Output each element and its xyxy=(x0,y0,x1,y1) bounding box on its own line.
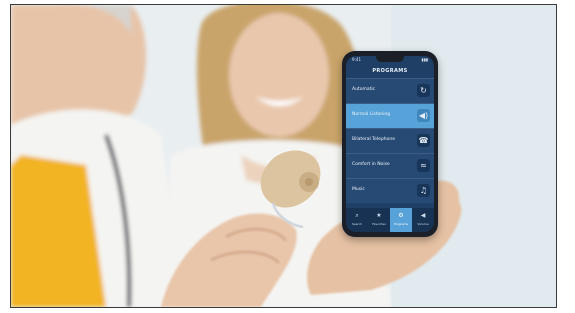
photo-scene xyxy=(11,5,556,307)
search-icon: ⌕ xyxy=(355,212,359,219)
program-item-bilateral-telephone[interactable]: Bilateral Telephone ☎ xyxy=(346,128,434,153)
program-item-normal-listening[interactable]: Normal Listening ◀) xyxy=(346,103,434,128)
program-item-music[interactable]: Music ♫ xyxy=(346,178,434,203)
tab-bar: ⌕ Search ★ Favorites ⚙ Programs ◀ Volume xyxy=(346,208,434,232)
program-item-comfort-in-noise[interactable]: Comfort in Noise ≈ xyxy=(346,153,434,178)
program-label: Music xyxy=(352,187,365,192)
phone-notch xyxy=(376,56,404,62)
photo-frame: 9:41 ▮▮▮ PROGRAMS Automatic ↻ Normal Lis… xyxy=(10,4,557,308)
tab-favorites[interactable]: ★ Favorites xyxy=(368,208,390,232)
programs-title: PROGRAMS xyxy=(372,68,408,74)
volume-icon: ◀ xyxy=(420,212,426,219)
tab-volume[interactable]: ◀ Volume xyxy=(412,208,434,232)
smartphone: 9:41 ▮▮▮ PROGRAMS Automatic ↻ Normal Lis… xyxy=(342,51,438,237)
battery-icon: ▮▮▮ xyxy=(421,57,428,62)
tab-label: Favorites xyxy=(372,222,386,226)
tab-search[interactable]: ⌕ Search xyxy=(346,208,368,232)
program-label: Comfort in Noise xyxy=(352,162,390,167)
status-time: 9:41 xyxy=(352,57,361,62)
programs-icon: ⚙ xyxy=(398,212,404,219)
program-label: Normal Listening xyxy=(352,112,391,117)
tab-label: Volume xyxy=(417,222,429,226)
music-icon: ♫ xyxy=(417,184,430,197)
noise-icon: ≈ xyxy=(417,159,430,172)
phone-screen: 9:41 ▮▮▮ PROGRAMS Automatic ↻ Normal Lis… xyxy=(346,56,434,232)
tab-label: Search xyxy=(351,222,363,226)
star-icon: ★ xyxy=(376,212,382,219)
tab-programs[interactable]: ⚙ Programs xyxy=(390,208,412,232)
speaker-icon: ◀) xyxy=(417,109,430,122)
tab-label: Programs xyxy=(393,222,409,226)
program-item-automatic[interactable]: Automatic ↻ xyxy=(346,78,434,103)
phone-icon: ☎ xyxy=(417,134,430,147)
program-list: Automatic ↻ Normal Listening ◀) Bilatera… xyxy=(346,78,434,203)
program-label: Automatic xyxy=(352,87,376,92)
auto-icon: ↻ xyxy=(417,84,430,97)
program-label: Bilateral Telephone xyxy=(352,137,396,142)
